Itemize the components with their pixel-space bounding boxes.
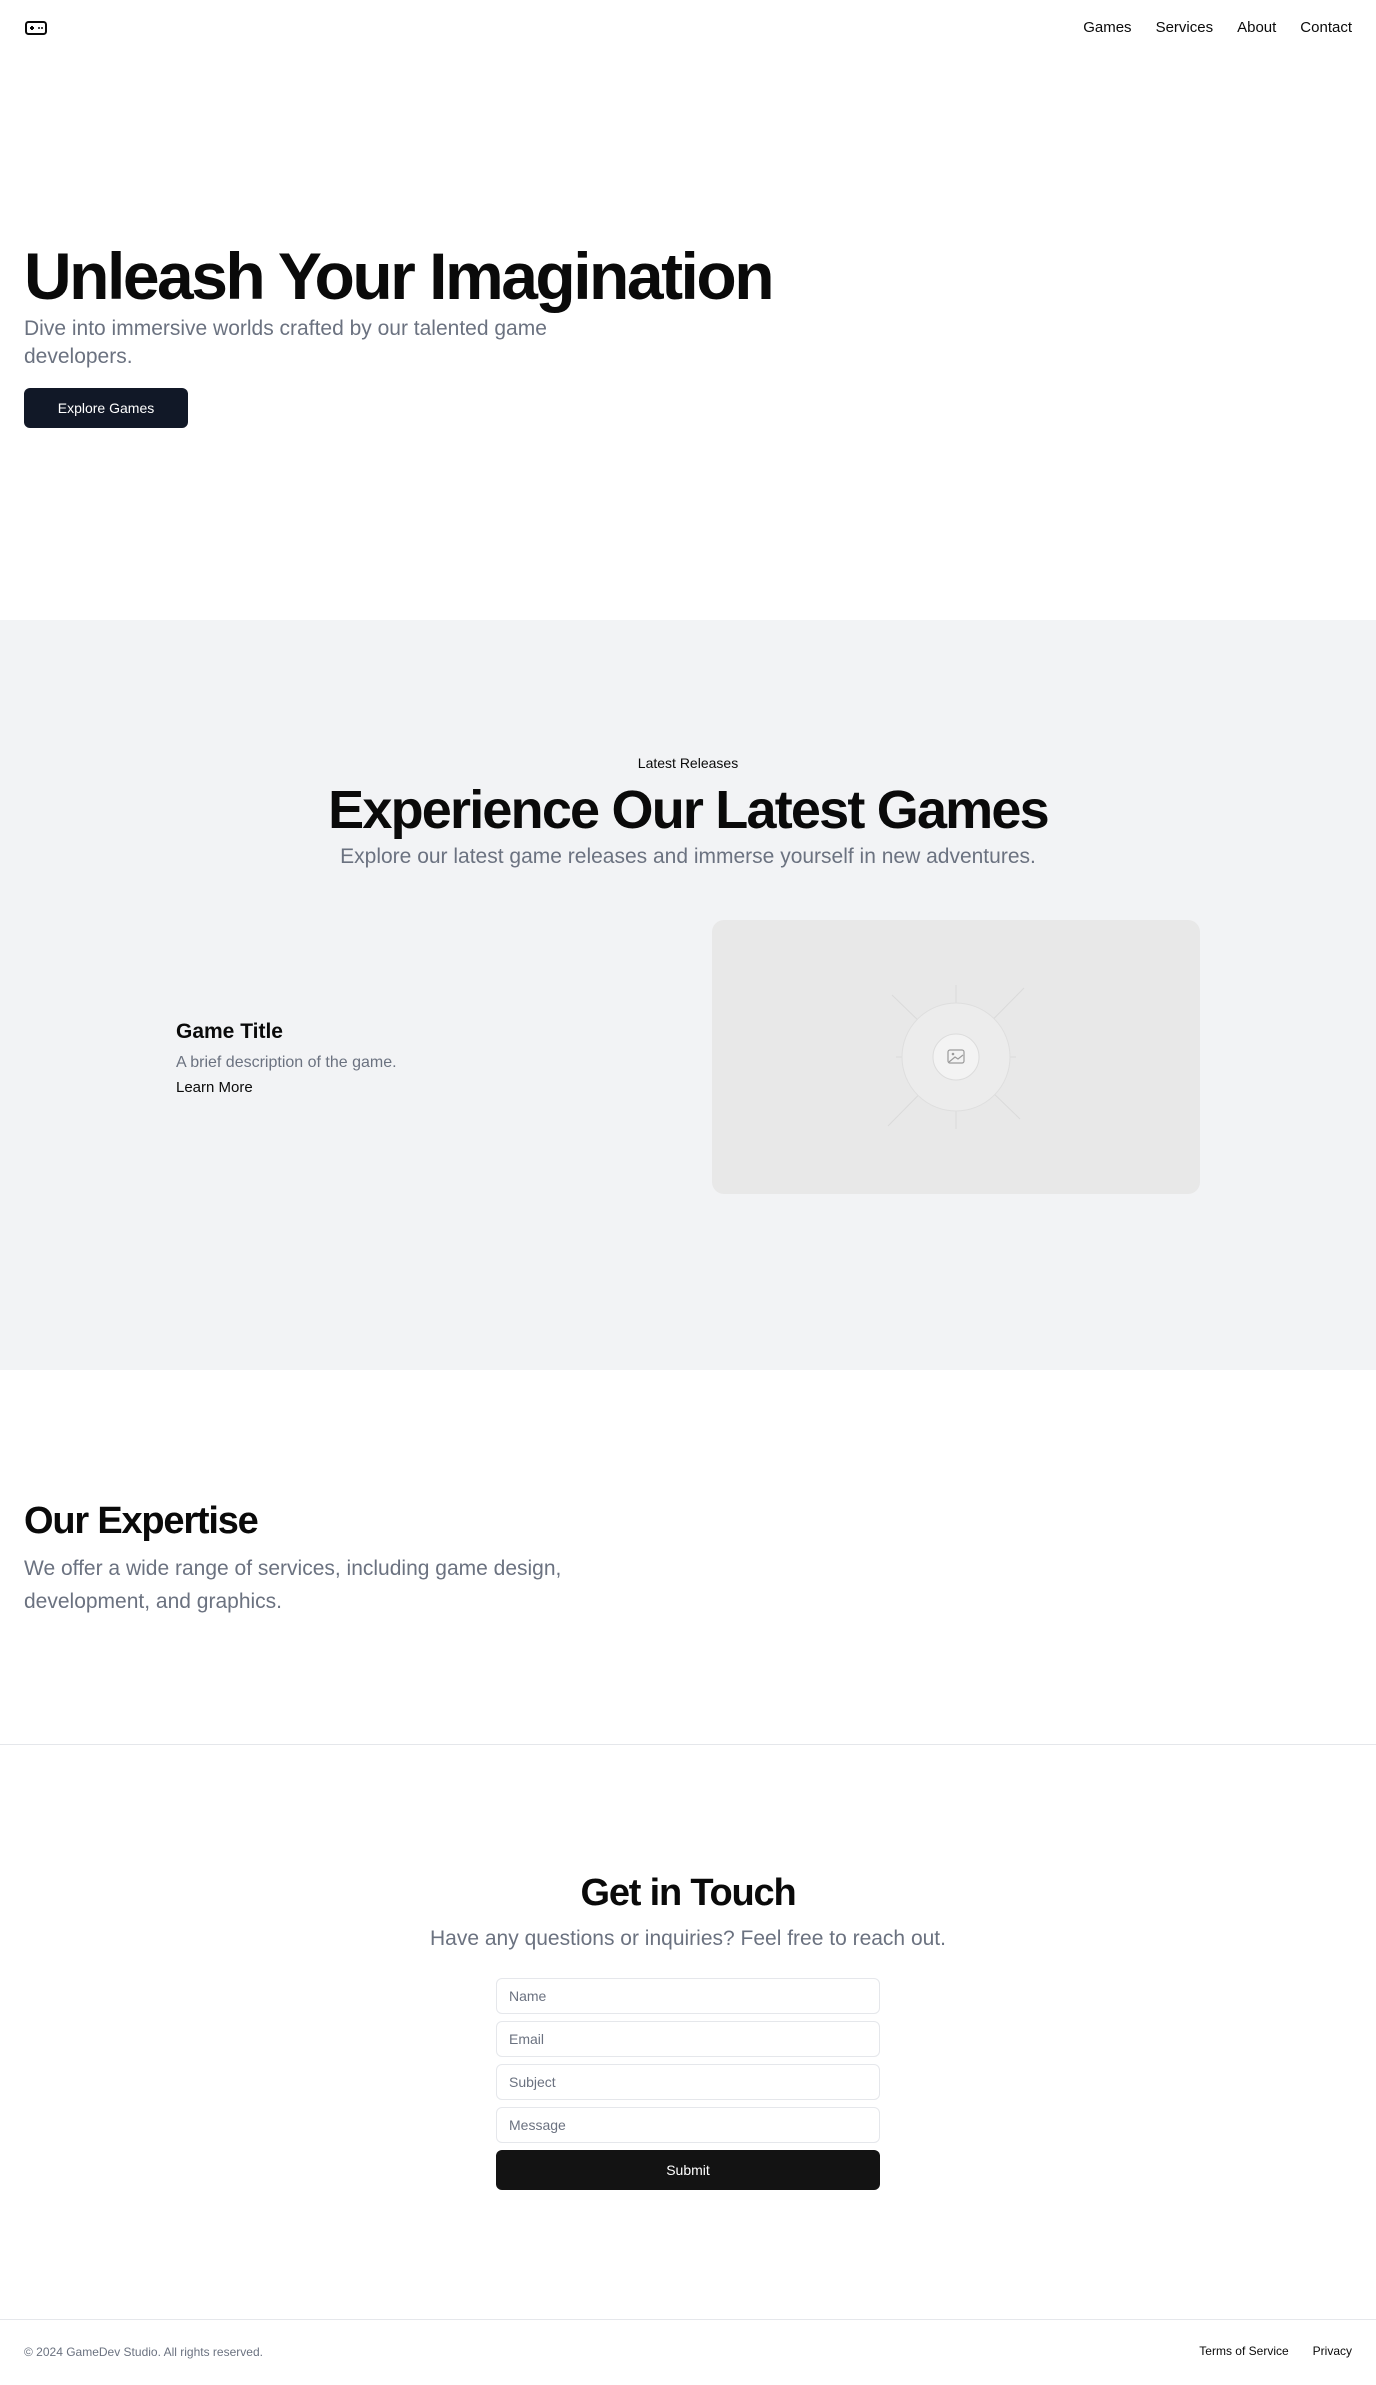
contact-title: Get in Touch [580, 1872, 797, 1914]
game-card-title: Game Title [176, 1020, 283, 1043]
game-card-image [712, 920, 1200, 1194]
subject-field[interactable] [496, 2064, 880, 2100]
game-card-description: A brief description of the game. [176, 1054, 397, 1071]
site-header: Games Services About Contact [0, 0, 1376, 56]
explore-games-button[interactable]: Explore Games [24, 388, 188, 428]
section-eyebrow: Latest Releases [637, 755, 739, 771]
main-nav: Games Services About Contact [1083, 17, 1352, 39]
email-field[interactable] [496, 2021, 880, 2057]
contact-section: Get in Touch Have any questions or inqui… [0, 1745, 1376, 2319]
nav-contact[interactable]: Contact [1300, 17, 1352, 39]
name-field[interactable] [496, 1978, 880, 2014]
privacy-link[interactable]: Privacy [1313, 2342, 1352, 2360]
nav-games[interactable]: Games [1083, 17, 1131, 39]
latest-games-section: Latest Releases Experience Our Latest Ga… [0, 620, 1376, 1370]
expertise-subtitle: We offer a wide range of services, inclu… [24, 1557, 562, 1613]
site-footer: © 2024 GameDev Studio. All rights reserv… [0, 2319, 1376, 2385]
game-card: Game Title A brief description of the ga… [176, 1018, 656, 1098]
nav-about[interactable]: About [1237, 17, 1276, 39]
copyright-text: © 2024 GameDev Studio. All rights reserv… [24, 2345, 263, 2359]
terms-link[interactable]: Terms of Service [1199, 2342, 1288, 2360]
hero-title: Unleash Your Imagination [24, 239, 775, 313]
contact-form: Submit [496, 1978, 880, 2190]
expertise-title: Our Expertise [24, 1500, 259, 1542]
games-subtitle: Explore our latest game releases and imm… [340, 845, 1036, 868]
image-placeholder-icon [887, 985, 1025, 1129]
gamepad-icon[interactable] [24, 18, 48, 38]
footer-nav: Terms of Service Privacy [1199, 2342, 1352, 2360]
contact-subtitle: Have any questions or inquiries? Feel fr… [430, 1927, 946, 1950]
hero-section: Unleash Your Imagination Dive into immer… [0, 56, 1376, 620]
hero-subtitle: Dive into immersive worlds crafted by ou… [24, 317, 547, 368]
nav-services[interactable]: Services [1156, 17, 1214, 39]
learn-more-link[interactable]: Learn More [176, 1078, 656, 1098]
message-field[interactable] [496, 2107, 880, 2143]
games-title: Experience Our Latest Games [328, 780, 1050, 840]
expertise-section: Our Expertise We offer a wide range of s… [0, 1370, 1376, 1744]
submit-button[interactable]: Submit [496, 2150, 880, 2190]
